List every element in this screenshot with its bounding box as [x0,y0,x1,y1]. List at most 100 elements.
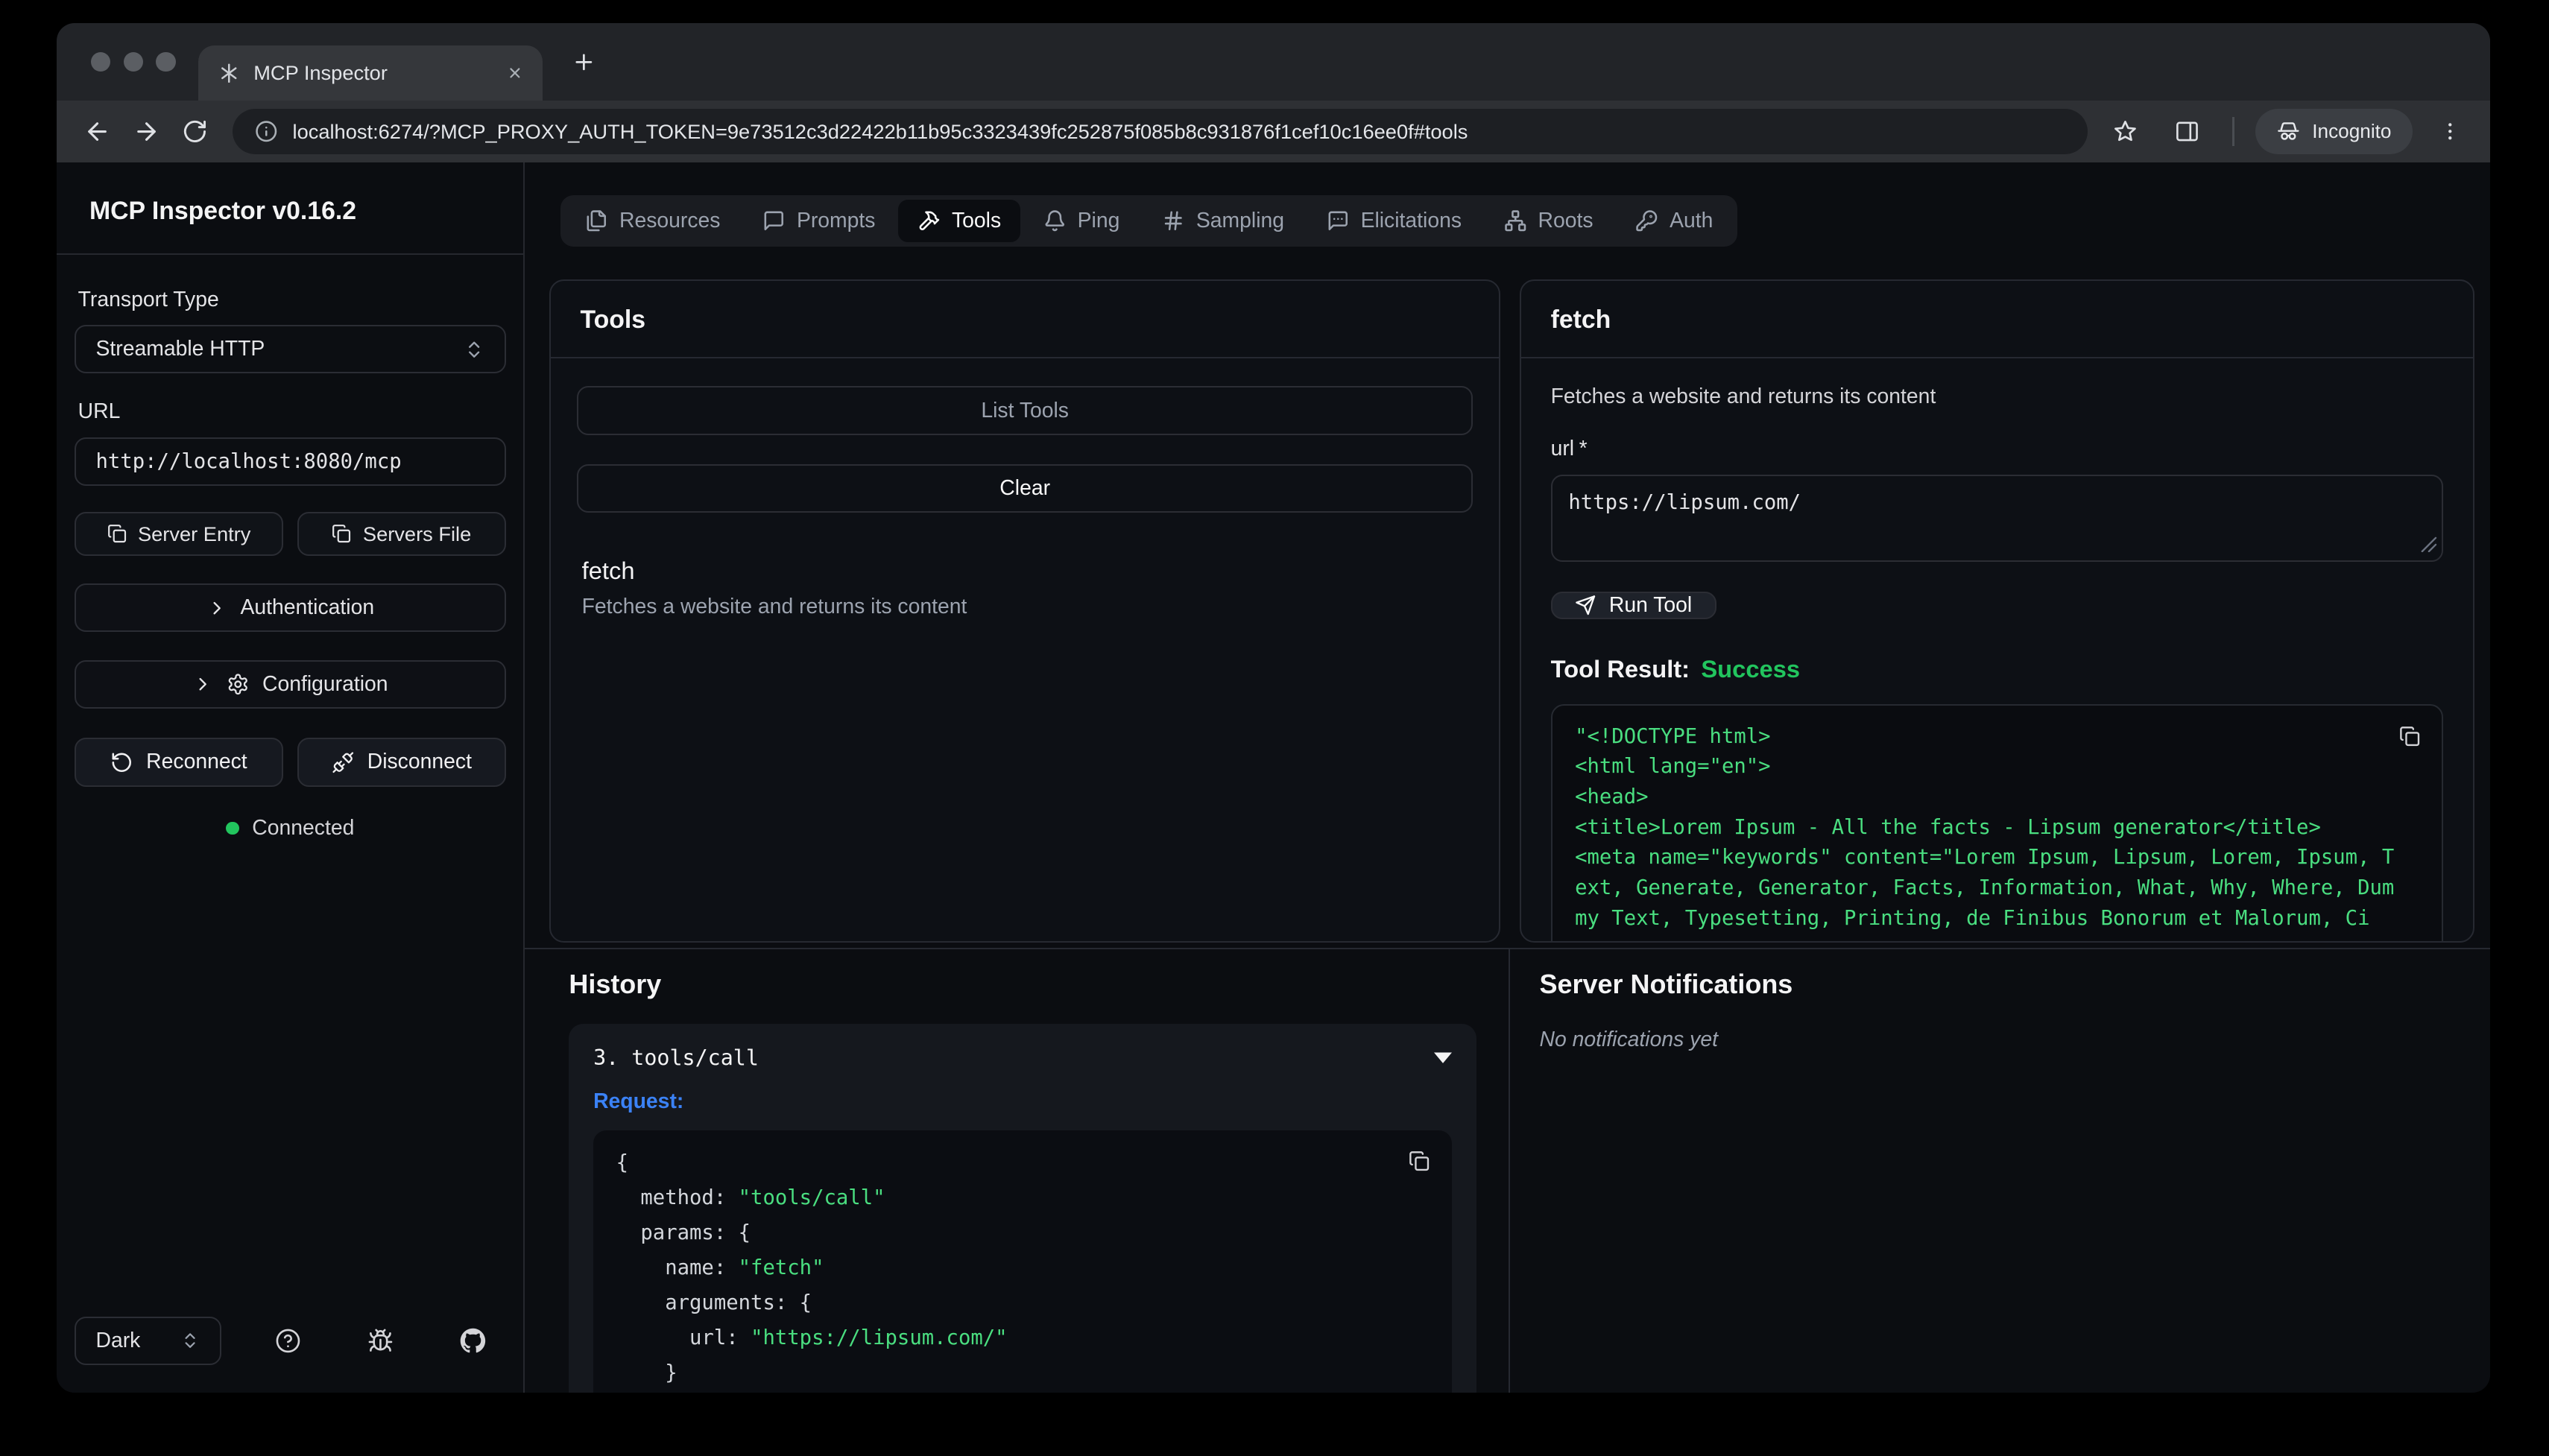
app-sidebar: MCP Inspector v0.16.2 Transport Type Str… [57,162,525,1393]
rotate-ccw-icon [110,751,133,774]
copy-result-button[interactable] [2393,721,2426,753]
feature-tabbar: Resources Prompts Tools Ping [560,195,1737,247]
tab-elicitations[interactable]: Elicitations [1307,200,1482,242]
bookmark-button[interactable] [2101,107,2150,156]
no-notifications-text: No notifications yet [1539,1028,2490,1052]
zoom-window-button[interactable] [156,52,175,72]
history-entry-label: 3. tools/call [593,1045,759,1070]
files-icon [585,209,608,232]
status-dot [226,822,239,835]
tab-tools[interactable]: Tools [898,200,1020,242]
request-code: { method: "tools/call" params: { name: "… [593,1130,1452,1393]
back-icon [83,118,111,145]
hash-icon [1162,209,1185,232]
servers-file-button[interactable]: Servers File [297,512,505,556]
authentication-toggle[interactable]: Authentication [75,583,505,632]
tool-result-status: Success [1701,655,1800,683]
reload-icon [182,118,208,145]
close-tab-icon[interactable] [501,59,530,88]
authentication-label: Authentication [240,595,374,620]
screen: MCP Inspector [0,0,2549,1456]
reload-button[interactable] [171,107,219,156]
new-tab-button[interactable] [563,41,605,83]
app-page: MCP Inspector v0.16.2 Transport Type Str… [57,162,2490,1393]
tool-detail-description: Fetches a website and returns its conten… [1551,384,2444,409]
address-bar[interactable]: localhost:6274/?MCP_PROXY_AUTH_TOKEN=9e7… [233,109,2088,154]
tools-panel-title: Tools [551,281,1499,358]
history-entry: 3. tools/call Request: { method: "tools/… [569,1024,1476,1393]
bell-icon [1043,209,1067,232]
run-tool-button[interactable]: Run Tool [1551,592,1716,619]
chevron-down-icon [1434,1052,1452,1063]
message-dots-icon [1327,209,1350,232]
incognito-label: Incognito [2312,120,2391,143]
side-panel-button[interactable] [2163,107,2211,156]
param-input[interactable]: https://lipsum.com/ [1551,475,2444,563]
forward-button[interactable] [122,107,171,156]
copy-buttons-row: Server Entry Servers File [75,512,505,556]
url-label: URL [78,399,502,424]
incognito-icon [2276,119,2301,144]
help-icon [275,1328,301,1354]
run-tool-label: Run Tool [1609,593,1692,618]
resize-grip-icon[interactable] [2421,536,2437,553]
server-url-input[interactable] [75,437,505,486]
server-entry-button[interactable]: Server Entry [75,512,282,556]
chevrons-up-down-icon [180,1331,200,1350]
mcp-logo-icon [218,62,241,85]
copy-icon [332,524,351,543]
tab-ping[interactable]: Ping [1024,200,1140,242]
unplug-icon [332,751,355,774]
transport-type-value: Streamable HTTP [95,337,265,361]
debug-button[interactable] [355,1315,407,1367]
chevron-right-icon [192,674,213,694]
browser-tab-strip: MCP Inspector [57,23,2490,101]
tab-resources[interactable]: Resources [566,200,740,242]
tab-roots-label: Roots [1538,209,1593,233]
connection-status: Connected [75,816,505,841]
forward-icon [133,118,160,145]
server-notifications-panel: Server Notifications No notifications ye… [1510,949,2490,1393]
tab-resources-label: Resources [619,209,720,233]
tab-ping-label: Ping [1078,209,1120,233]
github-button[interactable] [447,1315,499,1367]
tab-sampling[interactable]: Sampling [1143,200,1304,242]
theme-select[interactable]: Dark [75,1317,221,1365]
minimize-window-button[interactable] [124,52,143,72]
browser-tab[interactable]: MCP Inspector [198,45,543,101]
key-icon [1635,209,1658,232]
browser-menu-button[interactable] [2425,107,2474,156]
toolbar-divider [2232,117,2234,146]
param-name: url [1551,437,1575,460]
param-label: url* [1551,437,2444,461]
configuration-toggle[interactable]: Configuration [75,660,505,709]
top-panels: Tools List Tools Clear fetch Fetches a w… [549,279,2474,943]
server-notifications-title: Server Notifications [1539,969,2490,1000]
required-marker: * [1579,437,1588,460]
tab-roots[interactable]: Roots [1485,200,1613,242]
clear-button[interactable]: Clear [577,464,1473,513]
network-icon [1504,209,1527,232]
tool-description: Fetches a website and returns its conten… [582,595,1468,619]
list-tools-button[interactable]: List Tools [577,386,1473,434]
disconnect-button[interactable]: Disconnect [297,738,505,786]
copy-request-button[interactable] [1403,1145,1436,1177]
close-window-button[interactable] [91,52,110,72]
tab-auth[interactable]: Auth [1616,200,1732,242]
chevrons-up-down-icon [464,339,484,360]
help-button[interactable] [262,1315,314,1367]
history-entry-header[interactable]: 3. tools/call [593,1045,1452,1070]
info-icon[interactable] [255,120,278,143]
history-panel: History 3. tools/call Request: [525,949,1510,1393]
tool-detail-title: fetch [1521,281,2472,358]
tool-list-item[interactable]: fetch Fetches a website and returns its … [577,557,1473,619]
request-label: Request: [593,1089,1452,1114]
tool-result-row: Tool Result: Success [1551,655,2444,683]
transport-type-label: Transport Type [78,288,502,312]
tab-prompts[interactable]: Prompts [743,200,895,242]
tool-result-label: Tool Result: [1551,655,1690,683]
back-button[interactable] [73,107,121,156]
transport-type-select[interactable]: Streamable HTTP [75,325,505,373]
reconnect-button[interactable]: Reconnect [75,738,282,786]
copy-icon [1409,1150,1430,1171]
